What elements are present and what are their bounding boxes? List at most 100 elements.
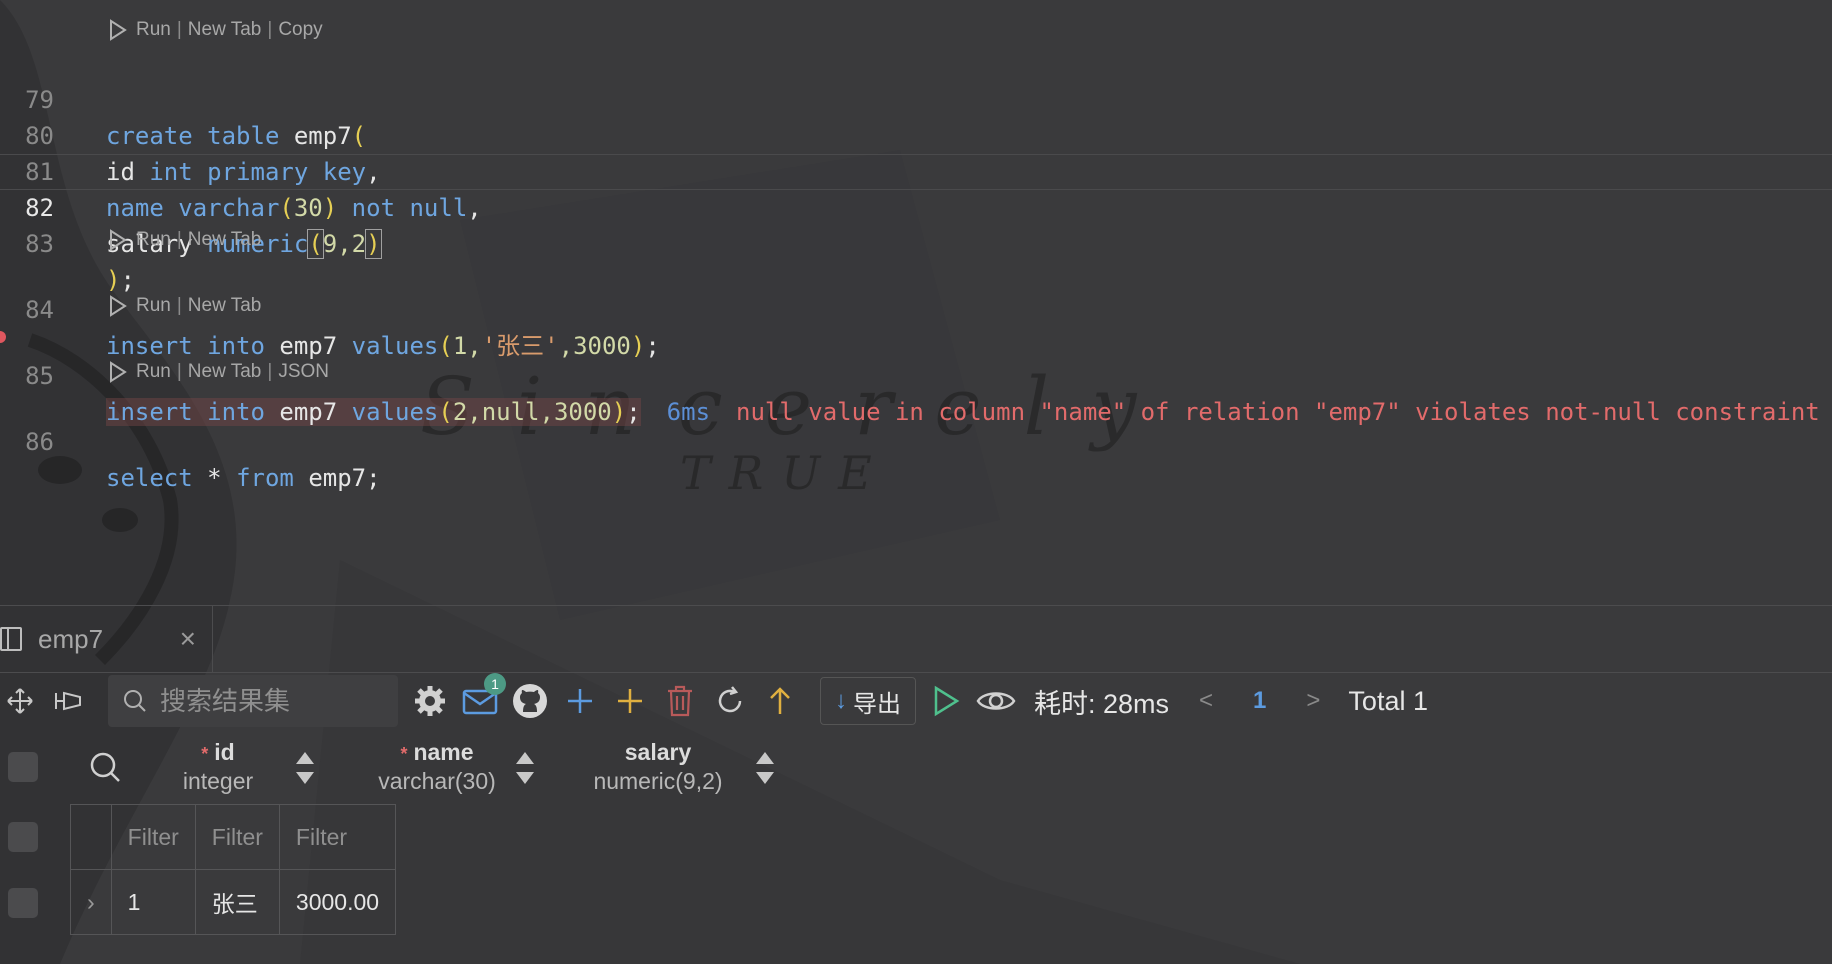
sort-icon[interactable] [754, 750, 776, 786]
move-icon[interactable] [0, 681, 40, 721]
column-search-icon[interactable] [88, 750, 122, 789]
result-tab[interactable]: emp7 × [0, 606, 213, 672]
filter-row-checkbox[interactable] [8, 822, 38, 852]
lens-run-link[interactable]: Run [136, 17, 171, 43]
code-line-error[interactable]: 85 insert into emp7 values(2,null,3000);… [0, 322, 1832, 426]
page-number[interactable]: 1 [1253, 687, 1266, 715]
lens-run-link[interactable]: Run [136, 227, 171, 253]
code-line[interactable]: 84 insert into emp7 values(1,'张三',3000); [0, 256, 1832, 360]
select-all-checkbox[interactable] [8, 752, 38, 782]
filter-input-id[interactable]: Filter [110, 804, 196, 870]
filter-row-spacer [70, 804, 112, 870]
code-line-active[interactable]: 82 salary numeric(9,2) [0, 154, 1832, 259]
lens-new-tab-link[interactable]: New Tab [188, 17, 262, 43]
lens-separator: | [176, 295, 182, 316]
token-paren: ) [365, 229, 382, 259]
code-line[interactable]: 83 ); [0, 190, 1832, 294]
next-page-icon[interactable]: > [1306, 687, 1320, 715]
column-header-id[interactable]: * id integer [150, 730, 286, 804]
sql-editor[interactable]: Sincerely TRUE Run | New Tab | Copy 79 c… [0, 0, 1832, 605]
cell-name[interactable]: 张三 [194, 869, 280, 935]
codelens-insert-1: Run | New Tab [108, 227, 261, 253]
search-input[interactable] [158, 684, 392, 718]
run-icon[interactable] [108, 361, 128, 383]
lens-run-link[interactable]: Run [136, 359, 171, 385]
column-type: numeric(9,2) [593, 768, 723, 794]
column-type: varchar(30) [378, 768, 496, 794]
export-button[interactable]: ↓ 导出 [820, 677, 916, 725]
column-header-name[interactable]: * name varchar(30) [350, 730, 524, 804]
cell-salary[interactable]: 3000.00 [278, 869, 397, 935]
row-checkbox[interactable] [8, 888, 38, 918]
add-row-icon[interactable] [560, 681, 600, 721]
cell-id[interactable]: 1 [110, 869, 196, 935]
github-icon[interactable] [510, 681, 550, 721]
gear-icon[interactable] [410, 681, 450, 721]
lens-new-tab-link[interactable]: New Tab [188, 227, 262, 253]
result-tab-label: emp7 [38, 623, 104, 654]
column-header-salary[interactable]: salary numeric(9,2) [576, 730, 740, 804]
download-icon: ↓ [835, 687, 847, 714]
insert-icon[interactable] [610, 681, 650, 721]
required-marker: * [400, 744, 408, 764]
token-number: 9,2 [322, 230, 367, 258]
arrow-up-icon[interactable] [760, 681, 800, 721]
column-name: salary [624, 739, 692, 765]
run-icon[interactable] [108, 19, 128, 41]
sort-icon[interactable] [294, 750, 316, 786]
sort-icon[interactable] [514, 750, 536, 786]
lens-run-link[interactable]: Run [136, 293, 171, 319]
grid-header: * id integer * name varchar(30) salary num… [0, 730, 1832, 804]
code-line[interactable]: 81 name varchar(30) not null, [0, 118, 1832, 222]
table-icon [0, 627, 22, 651]
table-row[interactable]: › 1 张三 3000.00 [70, 869, 397, 935]
results-toolbar: 1 ↓ 导出 耗时: 28ms < 1 > Total 1 [0, 672, 1832, 730]
token-keyword: from [236, 464, 294, 492]
token-identifier: emp7; [308, 464, 381, 492]
export-label: 导出 [853, 690, 901, 718]
lens-separator: | [267, 361, 273, 382]
lens-new-tab-link[interactable]: New Tab [188, 293, 262, 319]
watermark-subtext: TRUE [680, 446, 890, 500]
filter-input-salary[interactable]: Filter [278, 804, 397, 870]
code-line[interactable]: 80 id int primary key, [0, 82, 1832, 186]
total-count: Total 1 [1348, 685, 1428, 716]
lens-separator: | [176, 229, 182, 250]
lens-json-link[interactable]: JSON [278, 359, 329, 385]
result-table: Filter Filter Filter › 1 张三 3000.00 [70, 804, 397, 935]
row-expand-icon[interactable]: › [70, 869, 112, 935]
token-paren: ( [307, 229, 324, 259]
token-operator: * [207, 464, 222, 492]
code-line[interactable]: 79 create table emp7( [0, 46, 1832, 150]
codelens-create-table: Run | New Tab | Copy [108, 17, 323, 43]
filter-input-name[interactable]: Filter [194, 804, 280, 870]
required-marker: * [201, 744, 209, 764]
mail-badge: 1 [484, 673, 506, 695]
close-icon[interactable]: × [180, 623, 196, 655]
result-search-box[interactable] [108, 675, 398, 727]
lens-separator: | [176, 361, 182, 382]
filter-row: Filter Filter Filter [70, 804, 397, 870]
run-icon[interactable] [108, 295, 128, 317]
prev-page-icon[interactable]: < [1199, 687, 1213, 715]
lens-copy-link[interactable]: Copy [278, 17, 322, 43]
run-query-icon[interactable] [926, 681, 966, 721]
eye-icon[interactable] [976, 681, 1016, 721]
pin-icon[interactable] [50, 681, 90, 721]
pagination: < 1 > [1181, 687, 1338, 715]
codelens-select: Run | New Tab | JSON [108, 359, 329, 385]
codelens-insert-2: Run | New Tab [108, 293, 261, 319]
run-icon[interactable] [108, 229, 128, 251]
code-line[interactable]: 86 select * from emp7; [0, 388, 1832, 492]
lens-separator: | [176, 19, 182, 40]
column-name: name [413, 739, 474, 765]
delete-icon[interactable] [660, 681, 700, 721]
column-type: integer [182, 768, 254, 794]
column-name: id [214, 739, 235, 765]
line-number: 86 [25, 428, 54, 456]
query-timing: 耗时: 28ms [1034, 688, 1170, 719]
lens-new-tab-link[interactable]: New Tab [188, 359, 262, 385]
refresh-icon[interactable] [710, 681, 750, 721]
mail-icon[interactable]: 1 [460, 673, 506, 721]
lens-separator: | [267, 19, 273, 40]
